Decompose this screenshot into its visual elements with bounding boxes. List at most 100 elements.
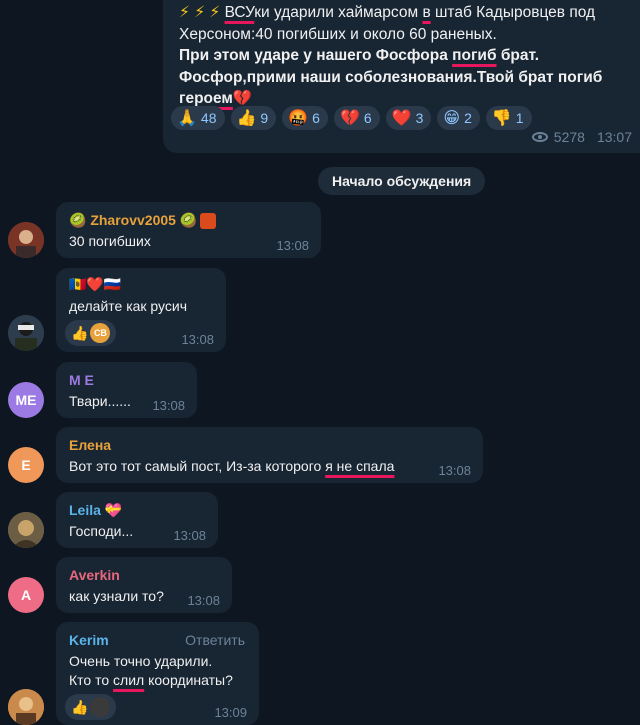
- comment-author: Leila 💝: [69, 502, 122, 519]
- eye-icon: [531, 132, 548, 142]
- comment-reaction[interactable]: 👍 CB: [65, 320, 117, 346]
- comment-text: Твари......: [69, 393, 131, 409]
- comment-bubble: Kerim Ответить Очень точно ударили. Кто …: [56, 622, 259, 725]
- post-text-fragment: При этом ударе у нашего Фосфора: [179, 47, 453, 64]
- comment-author: 🥝 Zharovv2005 🥝: [69, 212, 217, 230]
- author-name[interactable]: Zharovv2005: [90, 212, 176, 228]
- reaction-broken-heart[interactable]: 💔 6: [333, 106, 380, 130]
- reaction-count: 1: [515, 110, 524, 126]
- post-underlined-word: погиб: [452, 47, 497, 64]
- avatar[interactable]: Е: [8, 447, 44, 483]
- post-text: ⚡ ⚡ ⚡ ВСУки ударили хаймарсом в штаб Кад…: [179, 2, 629, 110]
- pray-icon: 🙏: [177, 110, 197, 127]
- comment-text-fragment: Вот это тот самый пост, Из-за которого: [69, 458, 326, 474]
- avatar[interactable]: [8, 315, 44, 351]
- lightning-emoji: ⚡ ⚡ ⚡: [179, 4, 225, 21]
- avatar-image: [8, 512, 44, 548]
- kiwi-icon: 🥝: [69, 212, 87, 228]
- post-line: Херсоном:40 погибших и около 60 раненых.: [179, 25, 497, 43]
- avatar-image: [8, 689, 44, 725]
- post-underlined-word: ВСУ: [224, 4, 255, 21]
- thumbs-up-icon: 👍: [236, 110, 257, 127]
- reaction-heart[interactable]: ❤️ 3: [385, 106, 432, 130]
- comment-bubble: 🥝 Zharovv2005 🥝 30 погибших 13:08: [56, 202, 321, 258]
- post-line: Фосфор,прими наши соболезнования.Твой бр…: [179, 68, 603, 86]
- reaction-thumbs-down[interactable]: 👎 1: [485, 106, 532, 130]
- grin-icon: 😁: [443, 110, 461, 127]
- post-text-fragment: ки ударили хаймарсом: [254, 4, 423, 21]
- thumbs-up-icon: 👍: [71, 324, 89, 341]
- avatar-image: [8, 222, 44, 258]
- post-meta: 5278 13:07: [531, 129, 632, 145]
- comment-text: Кто то слил координаты?: [69, 672, 233, 688]
- reaction-thumbs-up[interactable]: 👍 9: [230, 106, 277, 130]
- channel-post: ⚡ ⚡ ⚡ ВСУки ударили хаймарсом в штаб Кад…: [163, 0, 640, 153]
- comment-text: 30 погибших: [69, 233, 151, 249]
- thumbs-down-icon: 👎: [491, 110, 512, 127]
- broken-heart-emoji: 💔: [232, 90, 253, 107]
- avatar-initials: Е: [21, 457, 31, 473]
- author-name[interactable]: Averkin: [69, 567, 120, 583]
- comment-underlined-text: я не спала: [325, 458, 395, 474]
- thumbs-up-icon: 👍: [71, 698, 89, 715]
- reaction-grin[interactable]: 😁 2: [437, 106, 480, 130]
- badge-icon: [200, 213, 217, 230]
- author-flags[interactable]: 🇲🇩❤️🇷🇺: [69, 276, 121, 293]
- author-name[interactable]: Leila: [69, 502, 101, 518]
- post-text-fragment: штаб Кадыровцев под: [430, 4, 596, 21]
- author-name[interactable]: Kerim: [69, 632, 109, 648]
- post-underlined-word: в: [422, 4, 431, 21]
- comment-time: 13:08: [173, 528, 206, 543]
- comment-reaction[interactable]: 👍: [65, 694, 117, 720]
- post-reactions: 🙏 48 👍 9 🤬 6 💔 6 ❤️ 3 😁 2 👎 1: [171, 106, 532, 130]
- swearing-face-icon: 🤬: [288, 110, 309, 127]
- post-underlined-word: героем: [179, 90, 233, 107]
- reaction-swearing[interactable]: 🤬 6: [282, 106, 328, 130]
- avatar[interactable]: [8, 222, 44, 258]
- reaction-count: 3: [415, 110, 424, 126]
- post-text-fragment: брат.: [496, 47, 540, 64]
- reaction-pray[interactable]: 🙏 48: [171, 106, 225, 130]
- post-time: 13:07: [596, 129, 632, 145]
- reactor-avatar: CB: [90, 323, 111, 343]
- comment-time: 13:08: [276, 238, 309, 253]
- avatar-initials: ME: [15, 392, 37, 408]
- author-name[interactable]: Елена: [69, 437, 111, 453]
- comment-bubble: Елена Вот это тот самый пост, Из-за кото…: [56, 427, 483, 483]
- avatar[interactable]: [8, 512, 44, 548]
- comment-text-fragment: координаты?: [144, 672, 233, 688]
- reaction-count: 6: [363, 110, 372, 126]
- heart-icon: ❤️: [391, 110, 412, 127]
- gift-heart-icon: 💝: [104, 502, 123, 518]
- avatar[interactable]: A: [8, 577, 44, 613]
- comment-bubble: Averkin как узнали то? 13:08: [56, 557, 232, 613]
- comment-underlined-text: слил: [113, 672, 145, 688]
- avatar[interactable]: ME: [8, 382, 44, 418]
- kiwi-icon: 🥝: [179, 212, 198, 228]
- avatar-initials: A: [20, 587, 32, 603]
- comment-time: 13:08: [438, 463, 471, 478]
- comment-bubble: M E Твари...... 13:08: [56, 362, 197, 418]
- discussion-start-label: Начало обсуждения: [318, 167, 486, 195]
- broken-heart-icon: 💔: [339, 110, 360, 127]
- reactor-avatar: [90, 697, 111, 717]
- reaction-count: 9: [260, 110, 269, 126]
- avatar[interactable]: [8, 689, 44, 725]
- comment-time: 13:09: [214, 705, 247, 720]
- comment-text: Очень точно ударили.: [69, 653, 213, 669]
- comment-text: делайте как русич: [69, 298, 188, 314]
- author-name[interactable]: M E: [69, 372, 94, 388]
- comment-text: Вот это тот самый пост, Из-за которого я…: [69, 458, 394, 474]
- comment-time: 13:08: [181, 332, 214, 347]
- comment-time: 13:08: [152, 398, 185, 413]
- comment-text: Господи...: [69, 523, 134, 539]
- reaction-count: 2: [464, 110, 472, 126]
- reaction-count: 48: [200, 110, 217, 126]
- reply-button[interactable]: Ответить: [185, 632, 245, 648]
- comment-time: 13:08: [187, 593, 220, 608]
- comment-bubble: 🇲🇩❤️🇷🇺 делайте как русич 👍 CB 13:08: [56, 268, 226, 352]
- view-count: 5278: [553, 129, 585, 145]
- comment-text-fragment: Кто то: [69, 672, 114, 688]
- comment-text: как узнали то?: [69, 588, 164, 604]
- avatar-image: [8, 315, 44, 351]
